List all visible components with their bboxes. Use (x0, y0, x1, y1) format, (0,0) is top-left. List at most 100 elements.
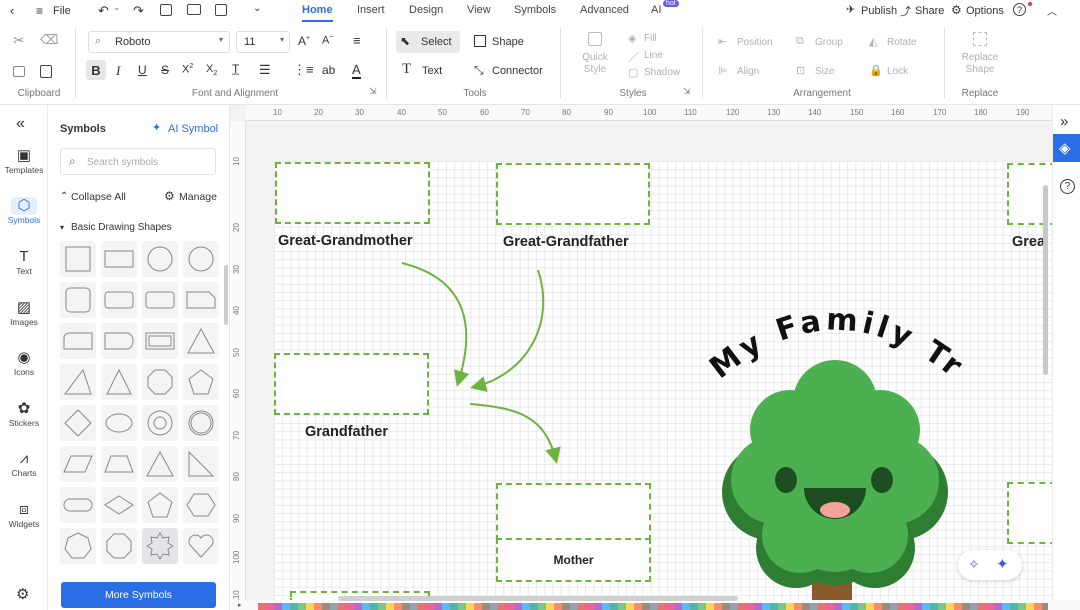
shape-right-triangle[interactable] (60, 364, 96, 400)
align-button[interactable]: Align (737, 66, 759, 77)
share-button[interactable]: Share (915, 5, 944, 17)
shape-trapezoid[interactable] (101, 446, 137, 482)
publish-button[interactable]: Publish (861, 5, 897, 17)
shape-pentagon[interactable] (183, 364, 219, 400)
font-color-icon[interactable]: A (352, 62, 361, 79)
shape-pentagon-2[interactable] (142, 487, 178, 523)
color-swatches[interactable] (258, 603, 1048, 610)
expand-panel-icon[interactable]: » (1060, 113, 1068, 130)
rail-widgets[interactable]: ⧈ Widgets (0, 501, 48, 529)
text-tool-button[interactable]: Text (422, 65, 442, 77)
canvas-vertical-scrollbar[interactable] (1043, 185, 1048, 375)
manage-button[interactable]: Manage (179, 191, 217, 203)
tab-advanced[interactable]: Advanced (580, 4, 629, 16)
shape-octagon[interactable] (142, 364, 178, 400)
increase-font-icon[interactable]: A+ (298, 34, 310, 48)
help-icon[interactable]: ? (1013, 3, 1026, 16)
copy-icon[interactable] (13, 66, 25, 77)
position-button[interactable]: Position (737, 37, 773, 48)
shape-pill[interactable] (60, 487, 96, 523)
hamburger-icon[interactable]: ≡ (36, 4, 43, 18)
tab-ai[interactable]: AI (651, 4, 661, 16)
decrease-font-icon[interactable]: A− (322, 34, 333, 47)
font-name-select[interactable]: ⌕ Roboto ▾ (88, 31, 230, 53)
shape-diamond[interactable] (60, 405, 96, 441)
more-icon[interactable]: ⌄ (253, 3, 261, 14)
tree-sticker[interactable] (700, 350, 970, 600)
shape-rounded-rect[interactable] (101, 282, 137, 318)
underline-icon[interactable]: U (138, 63, 147, 77)
shape-rectangle[interactable] (101, 241, 137, 277)
fill-button[interactable]: Fill (644, 33, 657, 44)
ai-symbol-button[interactable]: AI Symbol (168, 123, 218, 135)
quick-style-button[interactable]: Quick Style (578, 52, 612, 76)
shape-heart[interactable] (183, 528, 219, 564)
settings-gear-icon[interactable]: ⚙ (16, 585, 29, 603)
rail-templates[interactable]: ▣ Templates (0, 147, 48, 175)
shape-round-side[interactable] (101, 323, 137, 359)
shape-square[interactable] (60, 241, 96, 277)
text-style-icon[interactable]: ab (322, 63, 335, 77)
quick-style-icon[interactable] (588, 32, 602, 46)
superscript-icon[interactable]: X2 (182, 63, 193, 76)
export-icon[interactable] (215, 4, 227, 16)
rail-charts[interactable]: ⩘ Charts (0, 450, 48, 478)
shape-octagon-2[interactable] (101, 528, 137, 564)
rail-text[interactable]: T Text (0, 248, 48, 276)
save-icon[interactable] (160, 4, 172, 16)
cut-icon[interactable]: ✂ (13, 32, 25, 49)
rail-symbols[interactable]: ⬡ Symbols (0, 197, 48, 225)
subscript-icon[interactable]: X2 (206, 63, 217, 77)
shape-diamond-wide[interactable] (101, 487, 137, 523)
lock-button[interactable]: Lock (887, 66, 908, 77)
dialog-launcher-icon[interactable]: ⇲ (683, 86, 691, 97)
shape-circle[interactable] (142, 241, 178, 277)
shape-hexagon[interactable] (183, 487, 219, 523)
replace-shape-button[interactable]: Replace Shape (955, 52, 1005, 76)
text-case-icon[interactable]: T̲ (232, 62, 239, 76)
group-button[interactable]: Group (815, 37, 843, 48)
shape-tool-button[interactable]: Shape (492, 36, 524, 48)
collapse-panel-icon[interactable]: « (16, 115, 25, 133)
tab-design[interactable]: Design (409, 4, 443, 16)
paste-icon[interactable] (40, 65, 52, 78)
rail-icons[interactable]: ◉ Icons (0, 349, 48, 377)
shape-right-angle[interactable] (183, 446, 219, 482)
shape-round-corner[interactable] (60, 323, 96, 359)
options-button[interactable]: Options (966, 5, 1004, 17)
shape-rounded-rect-2[interactable] (142, 282, 178, 318)
canvas-horizontal-scrollbar[interactable] (338, 596, 738, 601)
shape-triangle[interactable] (183, 323, 219, 359)
italic-icon[interactable]: I (116, 63, 120, 79)
shape-heptagon[interactable] (60, 528, 96, 564)
tab-insert[interactable]: Insert (357, 4, 385, 16)
dialog-launcher-icon[interactable]: ⇲ (369, 86, 377, 97)
undo-dropdown-icon[interactable]: ⌄ (113, 2, 121, 13)
shape-frame[interactable] (142, 323, 178, 359)
panel-scrollbar[interactable] (224, 265, 228, 325)
bullets-icon[interactable]: ⋮≡ (293, 62, 314, 78)
shape-rounded-square[interactable] (60, 282, 96, 318)
rail-stickers[interactable]: ✿ Stickers (0, 400, 48, 428)
format-painter-icon[interactable]: ⌫ (40, 32, 58, 48)
collapse-all-button[interactable]: Collapse All (71, 191, 126, 203)
shadow-button[interactable]: Shadow (644, 67, 680, 78)
connector-tool-button[interactable]: Connector (492, 65, 543, 77)
format-panel-button[interactable]: ◈ (1053, 134, 1080, 162)
rail-images[interactable]: ▨ Images (0, 299, 48, 327)
shape-triangle-2[interactable] (142, 446, 178, 482)
rotate-button[interactable]: Rotate (887, 37, 916, 48)
redo-icon[interactable]: ↷ (133, 3, 144, 19)
back-icon[interactable]: ‹ (10, 3, 14, 18)
undo-icon[interactable]: ↶ (98, 3, 109, 19)
size-button[interactable]: Size (815, 66, 834, 77)
shape-ring[interactable] (142, 405, 178, 441)
align-text-icon[interactable]: ≡ (353, 33, 361, 48)
canvas-area[interactable]: 10 20 30 40 50 60 70 80 90 100 110 120 1… (230, 105, 1052, 600)
square-shape-icon[interactable] (474, 35, 486, 47)
tab-symbols[interactable]: Symbols (514, 4, 556, 16)
tab-view[interactable]: View (467, 4, 491, 16)
category-title[interactable]: Basic Drawing Shapes (71, 222, 172, 233)
shape-parallelogram[interactable] (60, 446, 96, 482)
collapse-ribbon-icon[interactable]: ︿ (1047, 3, 1057, 18)
